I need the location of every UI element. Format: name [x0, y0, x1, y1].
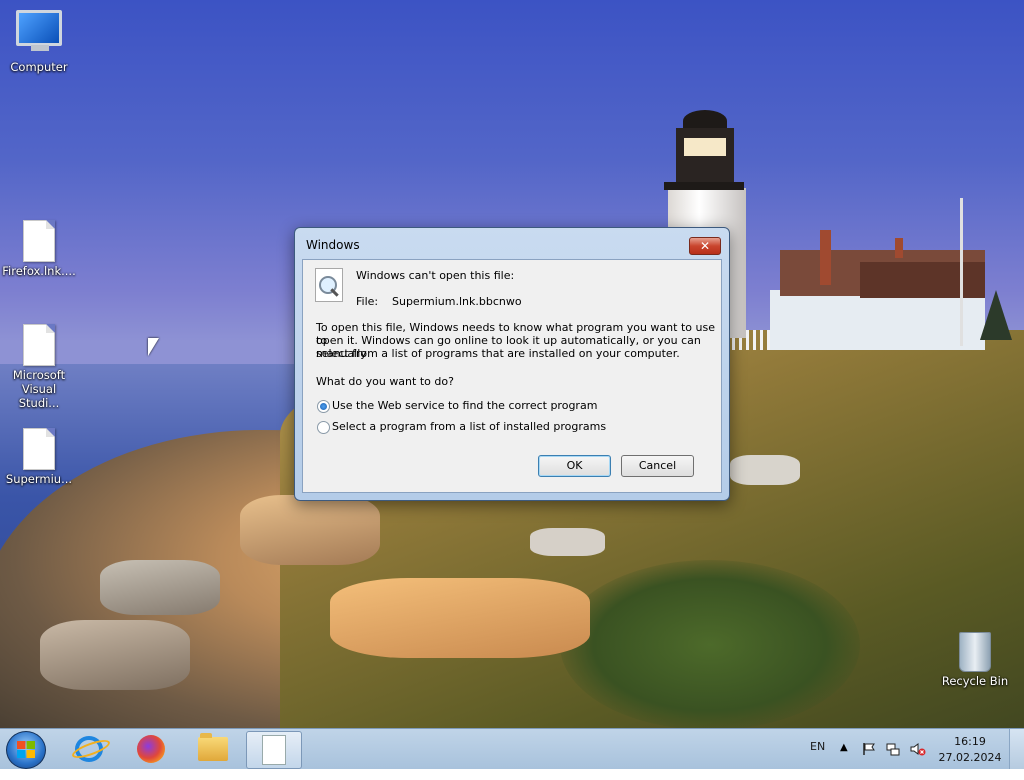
dialog-title: Windows	[306, 238, 360, 252]
action-center-flag-icon[interactable]	[862, 742, 876, 756]
ok-button[interactable]: OK	[538, 455, 611, 477]
desktop-icon-label: Computer	[10, 60, 68, 74]
file-icon	[23, 220, 55, 262]
cancel-button[interactable]: Cancel	[621, 455, 694, 477]
close-button[interactable]: ✕	[689, 237, 721, 255]
windows-logo-icon	[17, 741, 35, 758]
radio-web-service[interactable]	[317, 400, 330, 413]
desktop-icon-label: Microsoft Visual Studi...	[12, 368, 66, 410]
firefox-icon	[137, 735, 165, 763]
desktop-icon-label: Firefox.lnk....	[2, 264, 76, 278]
recycle-bin-icon	[959, 632, 991, 672]
document-icon	[262, 735, 286, 765]
desktop-icon-label: Supermiu...	[5, 472, 73, 486]
internet-explorer-icon	[75, 736, 103, 762]
clock[interactable]: 16:19 27.02.2024	[938, 734, 1002, 766]
taskbar-active-window[interactable]	[246, 731, 302, 769]
radio-installed-programs[interactable]	[317, 421, 330, 434]
radio-installed-programs-label[interactable]: Select a program from a list of installe…	[332, 420, 606, 433]
desktop-icon-visual-studio[interactable]: Microsoft Visual Studi...	[0, 324, 78, 410]
desktop-icon-label: Recycle Bin	[941, 674, 1009, 688]
show-desktop-button[interactable]	[1009, 729, 1024, 769]
open-with-dialog: Windows ✕ Windows can't open this file: …	[294, 227, 730, 501]
file-explorer-icon	[198, 733, 228, 761]
desktop-icon-supermium[interactable]: Supermiu...	[0, 428, 78, 486]
dialog-body: Windows can't open this file: File: Supe…	[302, 259, 722, 493]
file-icon	[23, 324, 55, 366]
dialog-titlebar[interactable]: Windows ✕	[295, 228, 729, 258]
question-label: What do you want to do?	[316, 375, 454, 388]
search-file-icon	[315, 268, 343, 302]
clock-time: 16:19	[954, 735, 986, 748]
taskbar-firefox[interactable]	[124, 731, 178, 767]
clock-date: 27.02.2024	[938, 751, 1002, 764]
dialog-heading: Windows can't open this file:	[356, 269, 515, 282]
taskbar: EN ▲ 16:19 27.02.2024	[0, 728, 1024, 769]
wallpaper-house	[770, 290, 985, 350]
file-name: Supermium.lnk.bbcnwo	[392, 295, 522, 308]
desktop-icon-recycle-bin[interactable]: Recycle Bin	[936, 632, 1014, 688]
volume-muted-icon[interactable]	[910, 742, 926, 756]
computer-icon	[16, 10, 62, 51]
start-button[interactable]	[6, 731, 46, 769]
desktop-icon-firefox-lnk[interactable]: Firefox.lnk....	[0, 220, 78, 278]
radio-web-service-label[interactable]: Use the Web service to find the correct …	[332, 399, 597, 412]
taskbar-internet-explorer[interactable]	[62, 731, 116, 767]
desktop: Computer Firefox.lnk.... Microsoft Visua…	[0, 0, 1024, 728]
file-icon	[23, 428, 55, 470]
mouse-cursor-icon	[148, 338, 159, 356]
file-label: File:	[356, 295, 379, 308]
show-hidden-icons-icon[interactable]: ▲	[840, 742, 854, 756]
desktop-icon-computer[interactable]: Computer	[0, 10, 78, 74]
language-indicator[interactable]: EN	[810, 740, 825, 780]
explanation-line-3: select from a list of programs that are …	[316, 347, 680, 360]
taskbar-file-explorer[interactable]	[186, 731, 240, 767]
network-icon[interactable]	[886, 742, 900, 756]
